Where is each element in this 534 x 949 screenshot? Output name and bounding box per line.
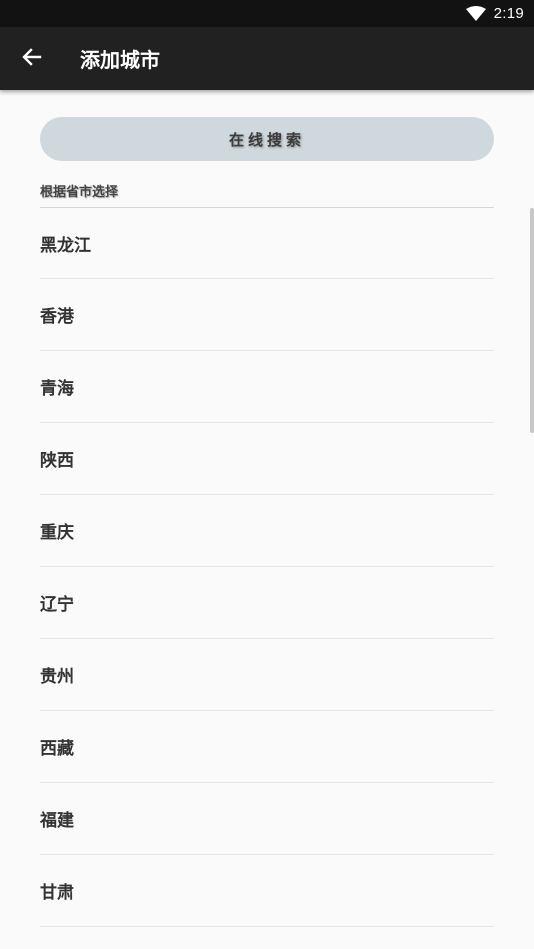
page-title: 添加城市 [80, 48, 160, 72]
list-item[interactable]: 陕西 [40, 423, 494, 495]
list-item[interactable]: 西藏 [40, 711, 494, 783]
list-item[interactable]: 青海 [40, 351, 494, 423]
section-header: 根据省市选择 [40, 184, 494, 208]
app-bar: 添加城市 [0, 27, 534, 90]
list-item[interactable]: 重庆 [40, 495, 494, 567]
content: 在线搜索 根据省市选择 黑龙江 香港 青海 陕西 重庆 辽宁 贵州 西藏 福建 … [0, 90, 534, 949]
screen: 2:19 添加城市 在线搜索 根据省市选择 黑龙江 香港 青海 陕西 重庆 辽宁… [0, 0, 534, 949]
scrollbar[interactable] [530, 208, 534, 433]
province-list: 黑龙江 香港 青海 陕西 重庆 辽宁 贵州 西藏 福建 甘肃 [40, 208, 494, 927]
list-item[interactable]: 黑龙江 [40, 208, 494, 279]
arrow-left-icon [22, 47, 42, 71]
status-bar: 2:19 [0, 0, 534, 27]
list-item[interactable]: 福建 [40, 783, 494, 855]
list-item[interactable]: 香港 [40, 279, 494, 351]
list-item[interactable]: 贵州 [40, 639, 494, 711]
online-search-button[interactable]: 在线搜索 [40, 117, 494, 161]
list-item[interactable]: 甘肃 [40, 855, 494, 927]
wifi-icon [465, 5, 486, 22]
list-item[interactable]: 辽宁 [40, 567, 494, 639]
back-button[interactable] [0, 27, 64, 90]
status-time: 2:19 [493, 5, 524, 22]
